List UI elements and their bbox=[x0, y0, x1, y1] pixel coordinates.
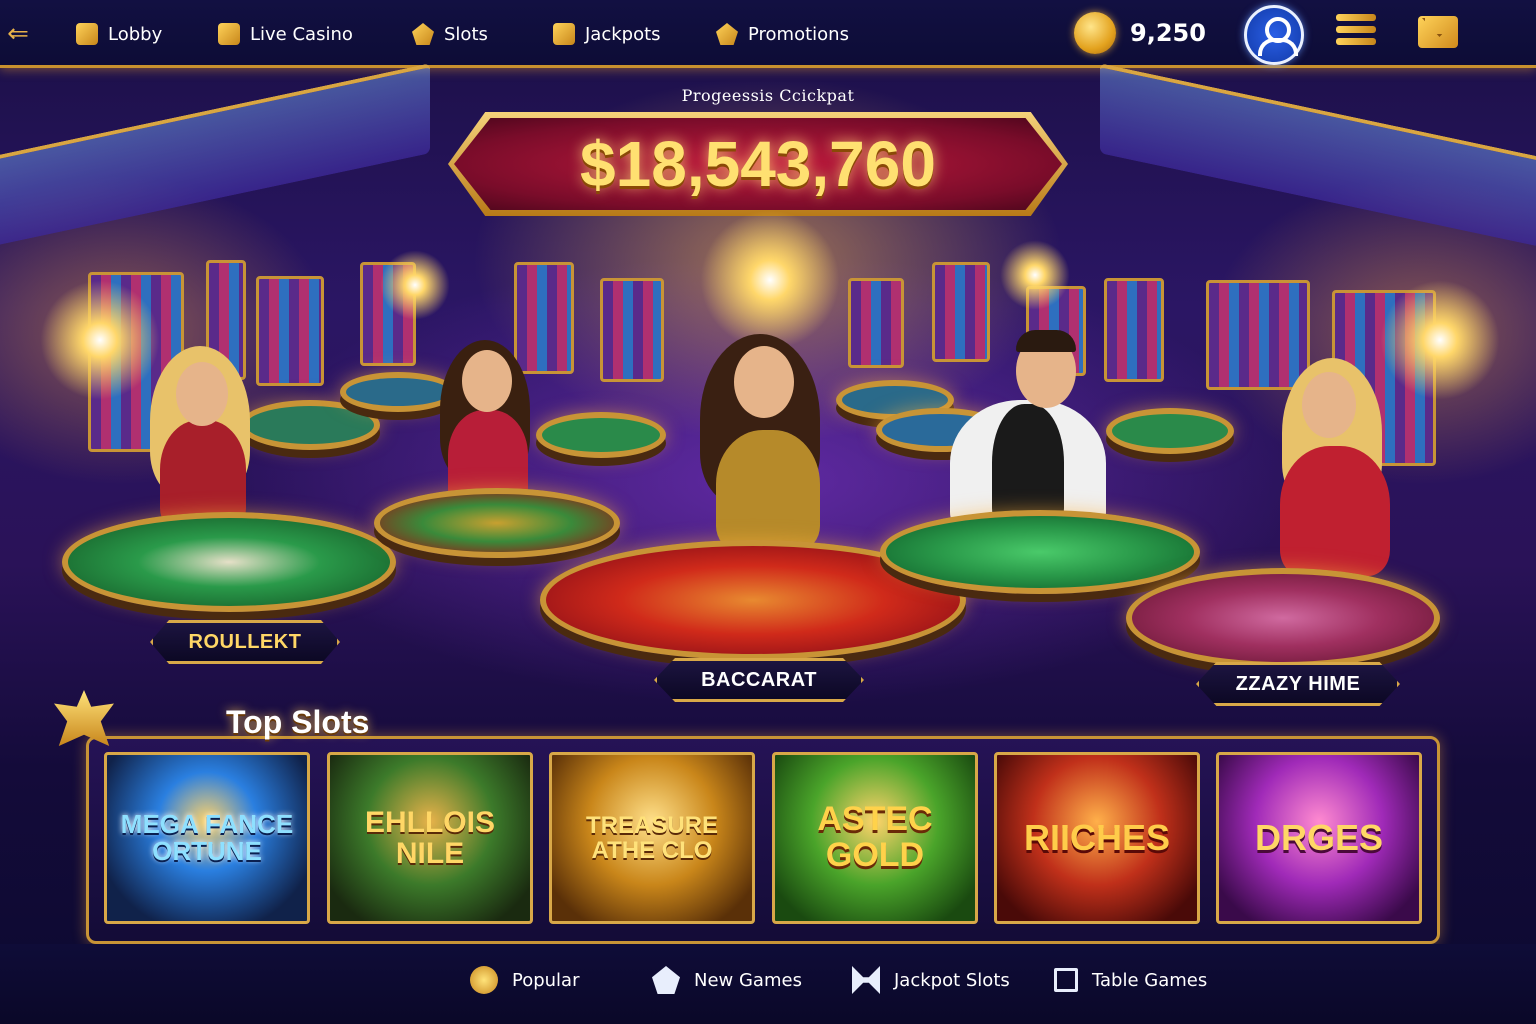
top-navigation-bar: ⇐ Lobby Live Casino Slots Jackpots Promo… bbox=[0, 0, 1536, 68]
light-glow bbox=[1380, 280, 1500, 400]
jackpot-wing-left bbox=[0, 63, 430, 247]
back-arrow-icon[interactable]: ⇐ bbox=[4, 20, 32, 48]
slot-machine-image bbox=[848, 278, 904, 368]
slot-game-title: MEGA FANCE ORTUNE bbox=[120, 808, 294, 866]
live-table-tag-roulette[interactable]: ROULLEKT bbox=[150, 620, 340, 664]
light-glow bbox=[700, 210, 840, 350]
menu-icon[interactable] bbox=[1336, 14, 1376, 50]
blackjack-table bbox=[880, 510, 1200, 594]
nav-item-slots[interactable]: Slots bbox=[412, 20, 488, 48]
slot-machine-image bbox=[932, 262, 990, 362]
slot-game-card[interactable]: DRGES bbox=[1216, 752, 1422, 924]
dealer-figure bbox=[1280, 446, 1390, 576]
table-games-icon bbox=[1054, 968, 1078, 992]
flame-emblem-icon bbox=[54, 690, 114, 746]
slot-machine-image bbox=[256, 276, 324, 386]
live-table-tag-crazy-time[interactable]: ZZAZY HIME bbox=[1196, 662, 1400, 706]
bottom-nav-table-games[interactable]: Table Games bbox=[1054, 964, 1207, 996]
slot-machine-image bbox=[600, 278, 664, 382]
background-table bbox=[1106, 408, 1234, 454]
slot-game-title: ASTEC GOLD bbox=[817, 800, 933, 874]
game-table bbox=[374, 488, 620, 558]
jackpots-icon bbox=[553, 23, 575, 45]
bottom-nav-popular[interactable]: Popular bbox=[470, 964, 580, 996]
nav-item-lobby[interactable]: Lobby bbox=[76, 20, 162, 48]
jackpot-slots-icon bbox=[852, 966, 880, 994]
nav-item-label: Live Casino bbox=[250, 23, 353, 45]
crazy-time-table bbox=[1126, 568, 1440, 668]
trophy-icon bbox=[470, 966, 498, 994]
roulette-table bbox=[62, 512, 396, 612]
coins-icon bbox=[1074, 12, 1116, 54]
light-glow bbox=[380, 250, 450, 320]
light-glow bbox=[40, 280, 160, 400]
jackpot-wing-right bbox=[1100, 63, 1536, 247]
slot-machine-image bbox=[514, 262, 574, 374]
background-table bbox=[536, 412, 666, 458]
user-profile-icon[interactable] bbox=[1244, 5, 1304, 65]
slot-game-card[interactable]: RIICHES bbox=[994, 752, 1200, 924]
slot-machine-image bbox=[1206, 280, 1310, 390]
slot-game-title: EHLLOIS NILE bbox=[364, 805, 495, 870]
nav-item-promotions[interactable]: Promotions bbox=[716, 20, 849, 48]
casino-lobby-app: ⇐ Lobby Live Casino Slots Jackpots Promo… bbox=[0, 0, 1536, 1024]
jackpot-amount: $18,543,760 bbox=[580, 128, 936, 200]
bottom-nav-jackpot-slots[interactable]: Jackpot Slots bbox=[852, 964, 1010, 996]
promotions-icon bbox=[716, 23, 738, 45]
jackpot-banner[interactable]: $18,543,760 bbox=[448, 112, 1068, 216]
slot-game-title: RIICHES bbox=[1023, 817, 1171, 859]
coin-balance: 9,250 bbox=[1130, 19, 1206, 47]
nav-item-jackpots[interactable]: Jackpots bbox=[553, 20, 661, 48]
nav-item-live-casino[interactable]: Live Casino bbox=[218, 20, 353, 48]
nav-item-label: Lobby bbox=[108, 23, 163, 45]
nav-item-label: Slots bbox=[444, 23, 488, 45]
slot-game-title: TREASURE ATHE CLO bbox=[585, 811, 718, 864]
slot-game-card[interactable]: TREASURE ATHE CLO bbox=[549, 752, 755, 924]
top-slots-title: Top Slots bbox=[226, 704, 370, 740]
jackpot-label: Progeessis Ccickpat bbox=[681, 86, 855, 105]
slot-machine-image bbox=[1104, 278, 1164, 382]
slots-icon bbox=[412, 23, 434, 45]
new-games-icon bbox=[652, 966, 680, 994]
nav-item-label: Promotions bbox=[748, 23, 849, 45]
slot-game-card[interactable]: MEGA FANCE ORTUNE bbox=[104, 752, 310, 924]
live-casino-icon bbox=[218, 23, 240, 45]
bottom-nav-new-games[interactable]: New Games bbox=[652, 964, 802, 996]
slot-game-card[interactable]: ASTEC GOLD bbox=[772, 752, 978, 924]
slot-game-card[interactable]: EHLLOIS NILE bbox=[327, 752, 533, 924]
background-table bbox=[340, 372, 456, 412]
slot-game-title: DRGES bbox=[1254, 817, 1384, 859]
light-glow bbox=[1000, 240, 1070, 310]
nav-item-label: Jackpots bbox=[585, 23, 661, 45]
live-table-tag-baccarat[interactable]: BACCARAT bbox=[654, 658, 864, 702]
dealer-figure bbox=[716, 430, 820, 550]
background-table bbox=[240, 400, 380, 450]
mail-icon[interactable] bbox=[1418, 16, 1458, 48]
lobby-icon bbox=[76, 23, 98, 45]
